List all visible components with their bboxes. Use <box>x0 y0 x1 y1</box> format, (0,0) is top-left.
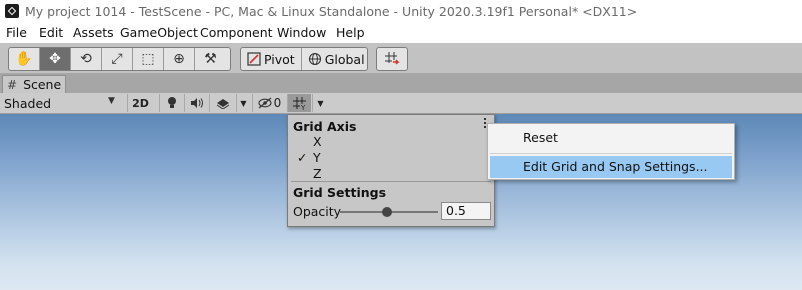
pivot-icon <box>247 52 261 66</box>
axis-option-x[interactable]: X <box>313 134 322 149</box>
checkmark-icon: ✓ <box>297 150 308 165</box>
grid-snapping-button[interactable] <box>377 48 407 70</box>
global-button[interactable]: Global <box>302 48 367 70</box>
hand-icon: ✋ <box>15 51 33 67</box>
hidden-count: 0 <box>273 96 282 110</box>
menu-assets[interactable]: Assets <box>73 25 114 40</box>
tab-scene[interactable]: # Scene <box>2 75 66 93</box>
menu-bar: File Edit Assets GameObject Component Wi… <box>0 23 802 43</box>
scale-tool-button[interactable]: ⤢ <box>102 48 133 70</box>
dropdown-arrow-icon: ▼ <box>108 96 115 106</box>
dropdown-arrow-icon: ▼ <box>240 98 247 108</box>
lighting-toggle-button[interactable] <box>159 94 183 112</box>
menu-edit[interactable]: Edit <box>39 25 63 40</box>
window-title: My project 1014 - TestScene - PC, Mac & … <box>25 4 638 19</box>
custom-tool-button[interactable]: ⚒ <box>195 48 226 70</box>
title-bar: My project 1014 - TestScene - PC, Mac & … <box>0 0 802 23</box>
menu-item-reset[interactable]: Reset <box>490 127 732 149</box>
lightbulb-icon <box>167 97 176 108</box>
grid-settings-heading: Grid Settings <box>293 185 387 200</box>
audio-toggle-button[interactable] <box>184 94 208 112</box>
scene-tab-label: Scene <box>23 77 62 92</box>
axis-option-z[interactable]: Z <box>313 166 322 181</box>
layers-effects-icon <box>216 99 229 109</box>
svg-text:Y: Y <box>300 104 306 110</box>
menu-component[interactable]: Component <box>200 25 273 40</box>
hidden-objects-toggle[interactable]: 0 <box>252 94 286 112</box>
speaker-icon <box>190 98 203 108</box>
shading-mode-value: Shaded <box>4 95 52 111</box>
rect-tool-button[interactable]: ⬚ <box>133 48 164 70</box>
popup-divider <box>291 181 491 182</box>
rect-icon: ⬚ <box>141 51 155 67</box>
shading-mode-dropdown[interactable]: Shaded ▼ <box>0 93 122 113</box>
transform-tool-button[interactable]: ⊕ <box>164 48 195 70</box>
scene-toolbar: Shaded ▼ 2D ▼ 0 Y ▼ <box>0 93 802 114</box>
hand-tool-button[interactable]: ✋ <box>9 48 40 70</box>
globe-icon <box>308 52 321 66</box>
menu-help[interactable]: Help <box>336 25 365 40</box>
grid-axis-heading: Grid Axis <box>293 119 357 134</box>
menu-window[interactable]: Window <box>277 25 326 40</box>
move-arrows-icon: ✥ <box>49 51 61 67</box>
grid-toggle-button[interactable]: Y <box>287 94 311 112</box>
grid-visibility-icon: Y <box>292 97 306 110</box>
transform-icon: ⊕ <box>173 51 185 67</box>
grid-snap-icon <box>385 52 400 65</box>
transform-tools-group: ✋ ✥ ⟲ ⤢ ⬚ ⊕ ⚒ <box>8 47 231 71</box>
menu-separator <box>490 153 732 154</box>
grid-context-menu: Reset Edit Grid and Snap Settings... <box>487 123 735 180</box>
axis-option-y[interactable]: Y <box>313 150 321 165</box>
rotate-icon: ⟲ <box>80 51 92 67</box>
dropdown-arrow-icon: ▼ <box>317 98 324 108</box>
grid-dropdown-button[interactable]: ▼ <box>312 94 328 112</box>
global-label: Global <box>324 51 365 67</box>
tab-strip: # Scene <box>0 73 802 93</box>
effects-button[interactable] <box>209 94 235 112</box>
menu-file[interactable]: File <box>6 25 27 40</box>
pivot-button[interactable]: Pivot <box>241 48 302 70</box>
opacity-slider-thumb[interactable] <box>382 207 392 217</box>
grid-hash-icon: # <box>7 77 18 92</box>
2d-mode-button[interactable]: 2D <box>127 94 153 112</box>
menu-gameobject[interactable]: GameObject <box>120 25 198 40</box>
2d-mode-label: 2D <box>132 96 149 110</box>
rotate-tool-button[interactable]: ⟲ <box>71 48 102 70</box>
main-toolbar: ✋ ✥ ⟲ ⤢ ⬚ ⊕ ⚒ Pivot Global <box>0 43 802 73</box>
menu-item-edit-grid-snap-settings[interactable]: Edit Grid and Snap Settings... <box>490 156 732 178</box>
opacity-label: Opacity <box>293 204 342 219</box>
pivot-global-group: Pivot Global <box>240 47 368 71</box>
grid-settings-popup: Grid Axis X ✓ Y Z Grid Settings Opacity … <box>287 114 495 227</box>
move-tool-button[interactable]: ✥ <box>40 48 71 70</box>
opacity-field[interactable]: 0.5 <box>441 202 491 220</box>
unity-logo-icon <box>5 4 19 18</box>
grid-snap-group <box>376 47 408 71</box>
effects-dropdown-button[interactable]: ▼ <box>236 94 250 112</box>
pivot-label: Pivot <box>264 51 295 67</box>
eye-slash-icon <box>258 97 272 109</box>
tools-icon: ⚒ <box>204 51 217 67</box>
scale-icon: ⤢ <box>111 51 123 67</box>
